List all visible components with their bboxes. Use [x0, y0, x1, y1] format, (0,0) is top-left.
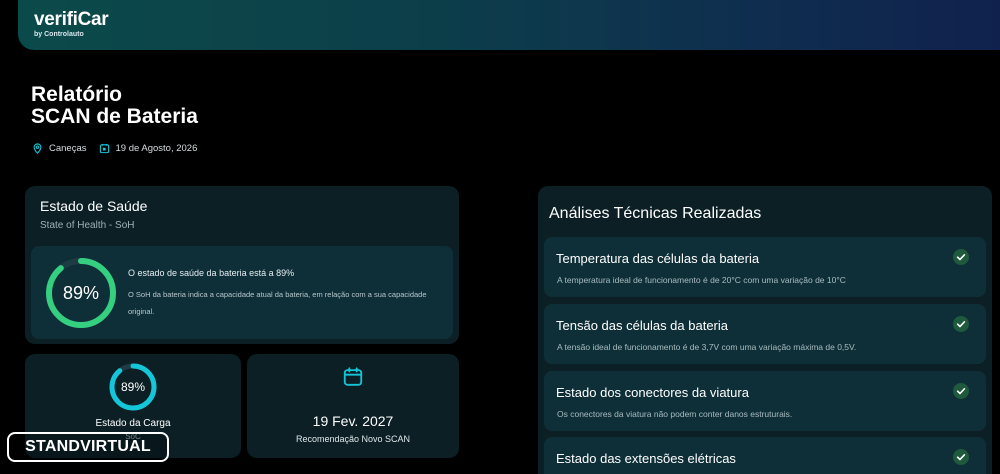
check-icon	[953, 316, 969, 332]
soh-title: Estado de Saúde	[40, 198, 148, 214]
next-scan-date: 19 Fev. 2027	[312, 413, 394, 429]
soh-value: 89%	[62, 282, 100, 303]
soh-headline: O estado de saúde da bateria está a 89%	[128, 268, 295, 278]
analysis-item-desc: A tensão ideal de funcionamento é de 3,7…	[557, 342, 857, 352]
soc-value: 89%	[120, 380, 146, 394]
soc-label: Estado da Carga	[95, 418, 171, 429]
report-date: 19 de Agosto, 2026	[115, 143, 198, 154]
analyses-title: Análises Técnicas Realizadas	[549, 205, 762, 222]
report-location: Caneças	[49, 143, 87, 154]
calendar-icon	[343, 367, 363, 386]
analysis-item[interactable]: Estado das extensões elétricas	[544, 437, 986, 474]
verificar-logo[interactable]: verifiCar by Controlauto	[34, 9, 109, 39]
check-icon	[953, 249, 969, 265]
title-line-2: SCAN de Bateria	[31, 105, 198, 128]
title-line-1: Relatório	[31, 83, 123, 106]
analysis-item-title: Tensão das células da bateria	[556, 318, 729, 333]
standvirtual-watermark: STANDVIRTUAL	[7, 432, 169, 462]
page-title: Relatório SCAN de Bateria	[31, 84, 198, 128]
next-scan-label: Recomendação Novo SCAN	[295, 434, 411, 444]
logo-sub-text: by Controlauto	[34, 31, 84, 38]
technical-analyses-card: Análises Técnicas Realizadas Temperatura…	[538, 186, 992, 474]
check-icon	[953, 383, 969, 399]
soh-detail-panel: 89% O estado de saúde da bateria está a …	[31, 246, 453, 339]
app-header: verifiCar by Controlauto	[18, 0, 1000, 50]
analysis-item[interactable]: Temperatura das células da bateria A tem…	[544, 237, 986, 297]
analysis-item-desc: Os conectores da viatura não podem conte…	[557, 409, 793, 419]
calendar-small-icon	[99, 143, 110, 154]
location-pin-icon	[32, 143, 43, 154]
analysis-item-title: Estado das extensões elétricas	[556, 451, 736, 466]
state-of-health-card: Estado de Saúde State of Health - SoH 89…	[25, 186, 459, 344]
next-scan-card: 19 Fev. 2027 Recomendação Novo SCAN	[247, 354, 459, 458]
analysis-item-desc: A temperatura ideal de funcionamento é d…	[557, 275, 846, 285]
soh-description: O SoH da bateria indica a capacidade atu…	[128, 290, 427, 316]
soh-subtitle: State of Health - SoH	[40, 220, 135, 231]
check-icon	[953, 449, 969, 465]
analysis-item[interactable]: Tensão das células da bateria A tensão i…	[544, 304, 986, 364]
report-meta: Caneças 19 de Agosto, 2026	[32, 143, 197, 154]
analysis-item-title: Estado dos conectores da viatura	[556, 385, 749, 400]
analysis-item[interactable]: Estado dos conectores da viatura Os cone…	[544, 371, 986, 431]
analysis-item-title: Temperatura das células da bateria	[556, 251, 760, 266]
logo-main-text: verifiCar	[34, 9, 109, 30]
